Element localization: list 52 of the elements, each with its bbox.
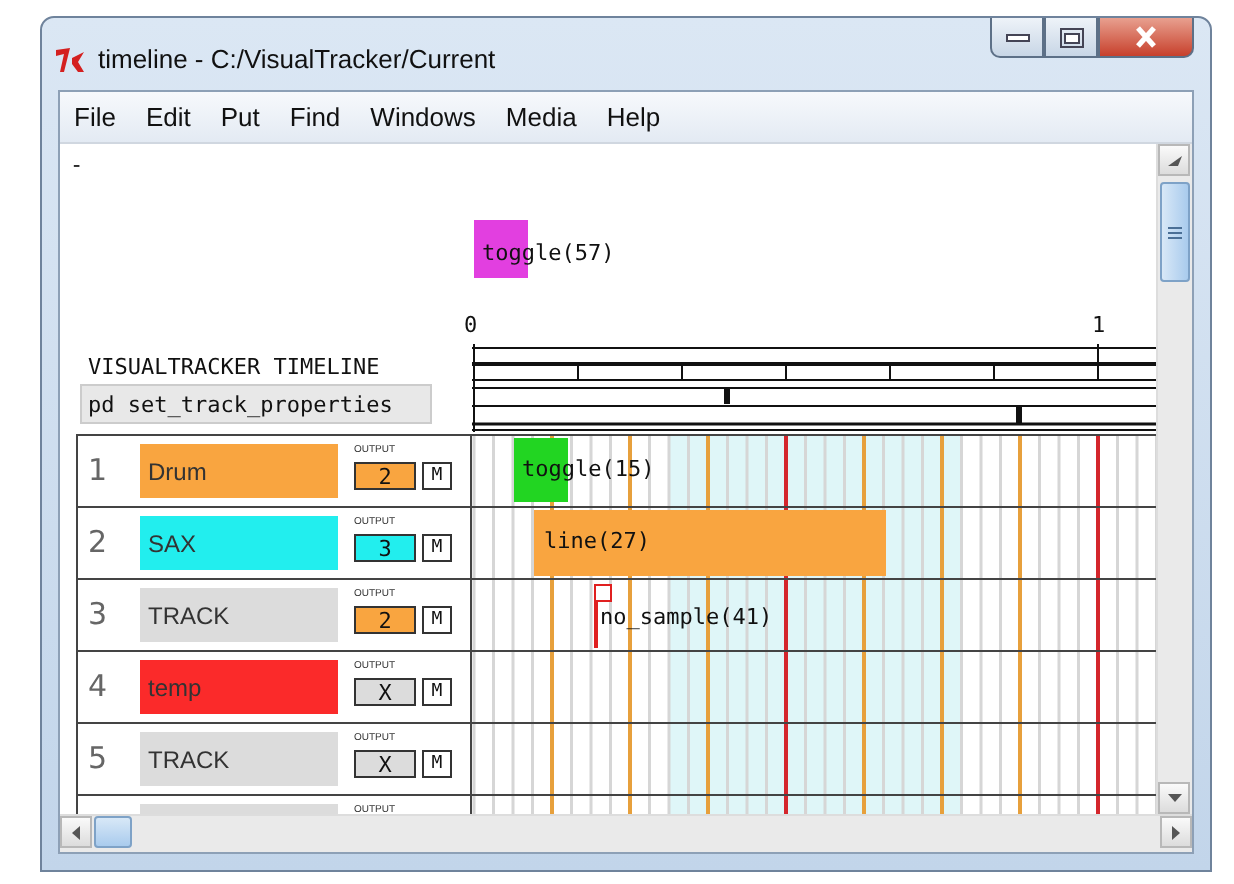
timeline-heading: VISUALTRACKER TIMELINE: [88, 354, 380, 380]
output-number-box[interactable]: X: [354, 750, 416, 778]
maximize-button[interactable]: [1044, 18, 1098, 58]
mute-toggle[interactable]: M: [422, 678, 452, 706]
output-number-box[interactable]: 2: [354, 606, 416, 634]
app-icon: [54, 46, 86, 74]
track-name-field[interactable]: TRACK: [140, 588, 338, 642]
ruler-label: 1: [1092, 312, 1106, 338]
scroll-left-button[interactable]: [60, 816, 92, 848]
mute-toggle[interactable]: M: [422, 462, 452, 490]
track-number: 3: [86, 594, 110, 636]
menu-item[interactable]: Edit: [145, 102, 191, 132]
window-title: timeline - C:/VisualTracker/Current: [98, 44, 498, 74]
track-number: 2: [86, 522, 110, 564]
minimize-icon: [1005, 33, 1029, 41]
menu-item[interactable]: Media: [505, 102, 577, 132]
canvas-text: -: [70, 152, 84, 178]
track-number: 4: [86, 666, 110, 708]
scrollbar-thumb[interactable]: [1160, 182, 1190, 282]
grip-icon: [1168, 225, 1182, 239]
output-number-box[interactable]: X: [354, 678, 416, 706]
mute-toggle[interactable]: M: [422, 534, 452, 562]
marker-box[interactable]: [594, 584, 612, 602]
object-label: line(27): [544, 528, 650, 554]
menu-item[interactable]: Windows: [370, 102, 476, 132]
close-icon: [1134, 26, 1158, 48]
menu-item[interactable]: File: [74, 102, 116, 132]
track-name-field[interactable]: TRACK: [140, 732, 338, 786]
maximize-icon: [1059, 27, 1083, 47]
scroll-down-button[interactable]: [1158, 782, 1190, 814]
menu-item[interactable]: Help: [606, 102, 661, 132]
mute-toggle[interactable]: M: [422, 750, 452, 778]
arrow-left-icon: [72, 825, 80, 839]
ruler-label: 0: [464, 312, 478, 338]
track-number: 5: [86, 738, 110, 780]
scrollbar-thumb[interactable]: [94, 816, 132, 848]
arrow-up-icon: [1167, 155, 1181, 165]
scroll-up-button[interactable]: [1158, 144, 1190, 176]
close-button[interactable]: [1098, 18, 1194, 58]
menu-item[interactable]: Put: [220, 102, 260, 132]
scroll-right-button[interactable]: [1160, 816, 1192, 848]
mute-toggle[interactable]: M: [422, 606, 452, 634]
subpatch-object[interactable]: pd set_track_properties: [80, 384, 432, 424]
arrow-right-icon: [1172, 825, 1180, 839]
track-number: 1: [86, 450, 110, 492]
arrow-down-icon: [1167, 794, 1181, 802]
menu-item[interactable]: Find: [289, 102, 341, 132]
output-number-box[interactable]: 2: [354, 462, 416, 490]
track-name-field[interactable]: SAX: [140, 516, 338, 570]
output-number-box[interactable]: 3: [354, 534, 416, 562]
minimize-button[interactable]: [990, 18, 1044, 58]
track-name-field[interactable]: Drum: [140, 444, 338, 498]
